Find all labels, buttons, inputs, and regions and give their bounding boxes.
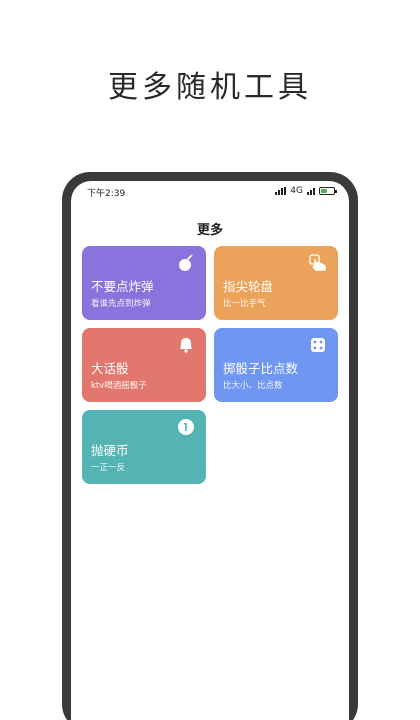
phone-frame: 下午2:39 4G 更多 不要点炸弹 看谁先点到炸弹 指尖轮盘 比一比手气 大话…	[62, 172, 358, 720]
card-title: 抛硬币	[91, 443, 129, 458]
network-label: 4G	[290, 186, 303, 196]
card-liars-dice[interactable]: 大话骰 ktv喝酒摇骰子	[82, 328, 206, 402]
card-title: 不要点炸弹	[91, 279, 154, 294]
coin-icon	[178, 419, 194, 435]
card-subtitle: 看谁先点到炸弹	[91, 299, 151, 309]
card-subtitle: ktv喝酒摇骰子	[91, 381, 147, 391]
card-subtitle: 比一比手气	[223, 299, 266, 309]
finger-tap-icon	[309, 254, 326, 271]
card-subtitle: 一正一反	[91, 463, 126, 473]
app-showcase: 更多随机工具 下午2:39 4G 更多 不要点炸弹 看谁先点到炸弹 指尖轮盘 比…	[0, 0, 420, 720]
card-dice-roll[interactable]: 掷骰子比点数 比大小、比点数	[214, 328, 338, 402]
page-title: 更多	[196, 223, 223, 238]
status-indicators: 4G	[275, 186, 337, 196]
wifi-signal-icon	[307, 187, 315, 195]
phone-screen: 下午2:39 4G 更多 不要点炸弹 看谁先点到炸弹 指尖轮盘 比一比手气 大话…	[71, 181, 349, 720]
card-subtitle: 比大小、比点数	[223, 381, 283, 391]
bomb-icon	[179, 254, 193, 271]
status-bar: 下午2:39 4G	[71, 181, 349, 203]
bell-icon	[180, 338, 192, 353]
card-bomb[interactable]: 不要点炸弹 看谁先点到炸弹	[82, 246, 206, 320]
status-time: 下午2:39	[87, 189, 126, 199]
promo-title: 更多随机工具	[108, 70, 312, 105]
card-title: 大话骰	[91, 361, 129, 376]
card-coin-flip[interactable]: 抛硬币 一正一反	[82, 410, 206, 484]
battery-icon	[319, 187, 337, 195]
signal-icon	[275, 187, 287, 195]
card-fingertip-roulette[interactable]: 指尖轮盘 比一比手气	[214, 246, 338, 320]
card-title: 掷骰子比点数	[223, 361, 299, 376]
card-title: 指尖轮盘	[223, 279, 274, 294]
dice-icon	[311, 338, 325, 352]
